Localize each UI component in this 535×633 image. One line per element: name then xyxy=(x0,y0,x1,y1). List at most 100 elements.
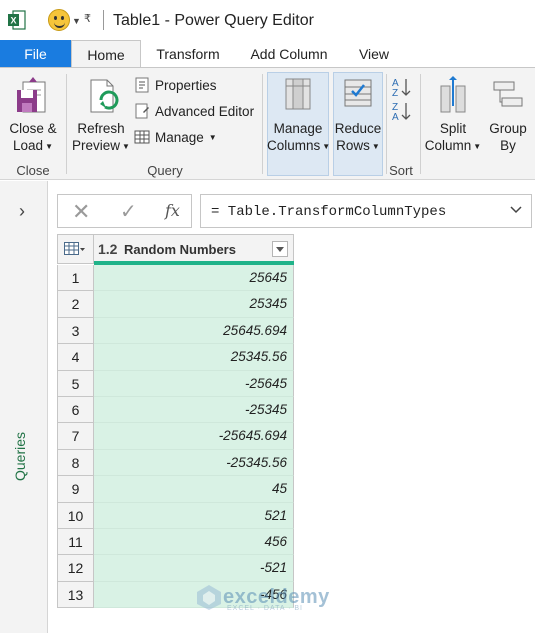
group-by-label-1: Group xyxy=(489,121,527,136)
table-row: 9 45 xyxy=(57,476,294,503)
title-separator xyxy=(103,10,104,30)
cancel-icon[interactable]: ✕ xyxy=(72,199,90,225)
tab-file[interactable]: File xyxy=(0,40,71,68)
reduce-rows-button[interactable]: Reduce Rows ▼ xyxy=(333,76,383,155)
expand-chevron-icon[interactable]: › xyxy=(19,201,25,222)
table-cell[interactable]: 25345 xyxy=(94,291,294,318)
table-cell[interactable]: 521 xyxy=(94,502,294,529)
ribbon: Close & Load ▼ Close Refresh Preview ▼ Pro… xyxy=(0,67,535,180)
row-number: 3 xyxy=(57,317,94,345)
function-icon[interactable]: fx xyxy=(165,201,180,220)
close-load-label-2: Load xyxy=(13,138,44,153)
table-row: 8 -25345.56 xyxy=(57,449,294,477)
manage-columns-label-2: Columns xyxy=(267,138,321,153)
watermark: exceldemy EXCEL · DATA · BI xyxy=(195,583,330,612)
group-by-button[interactable]: Group By xyxy=(484,76,532,154)
excel-logo-icon: X xyxy=(8,10,26,30)
close-load-icon xyxy=(17,77,46,113)
table-row: 5 -25645 xyxy=(57,370,294,397)
svg-text:Z: Z xyxy=(392,88,398,98)
table-row: 2 25345 xyxy=(57,291,294,318)
chevron-down-icon: ▼ xyxy=(473,141,482,151)
group-label-close: Close xyxy=(16,163,50,178)
row-number: 6 xyxy=(57,397,94,424)
row-number: 11 xyxy=(57,529,94,556)
table-icon xyxy=(64,242,85,255)
table-cell[interactable]: 25345.56 xyxy=(94,344,294,371)
split-column-button[interactable]: Split Column ▼ xyxy=(424,76,482,155)
group-by-icon xyxy=(493,81,523,107)
chevron-down-icon[interactable] xyxy=(510,204,522,216)
table-row: 10 521 xyxy=(57,502,294,529)
column-header-random-numbers[interactable]: 1.2 Random Numbers xyxy=(94,234,294,264)
filter-dropdown-icon[interactable] xyxy=(272,241,288,257)
table-cell[interactable]: 25645.694 xyxy=(94,317,294,345)
tab-add-column[interactable]: Add Column xyxy=(244,40,334,68)
properties-label: Properties xyxy=(155,77,217,93)
manage-columns-label-1: Manage xyxy=(273,121,323,136)
sort-descending-icon[interactable]: Z A xyxy=(390,100,414,122)
tab-transform[interactable]: Transform xyxy=(148,40,228,68)
table-cell[interactable]: -25645 xyxy=(94,370,294,397)
refresh-preview-label-2: Preview xyxy=(72,138,121,153)
manage-table-icon xyxy=(134,130,150,144)
queries-panel: › Queries xyxy=(0,181,48,633)
advanced-editor-icon xyxy=(135,103,149,119)
row-number: 5 xyxy=(57,370,94,397)
formula-text[interactable]: = Table.TransformColumnTypes xyxy=(211,204,446,220)
group-label-sort: Sort xyxy=(389,163,413,178)
table-menu-button[interactable] xyxy=(57,234,94,264)
manage-button[interactable]: Manage ▼ xyxy=(134,129,217,145)
row-number: 1 xyxy=(57,265,94,292)
ribbon-separator xyxy=(420,74,421,174)
manage-label: Manage xyxy=(155,129,204,145)
row-number: 7 xyxy=(57,423,94,450)
formula-controls: ✕ ✓ fx xyxy=(57,194,192,228)
table-cell[interactable]: 25645 xyxy=(94,265,294,292)
refresh-preview-label-1: Refresh xyxy=(77,121,125,136)
row-number: 8 xyxy=(57,449,94,477)
watermark-tagline: EXCEL · DATA · BI xyxy=(227,605,303,612)
ribbon-separator xyxy=(262,74,263,174)
queries-label[interactable]: Queries xyxy=(12,401,28,481)
row-number: 9 xyxy=(57,476,94,503)
chevron-down-icon: ▼ xyxy=(208,132,217,142)
sort-ascending-icon[interactable]: A Z xyxy=(390,76,414,98)
table-cell[interactable]: 45 xyxy=(94,476,294,503)
close-load-button[interactable]: Close & Load ▼ xyxy=(4,76,62,155)
split-column-label-1: Split xyxy=(439,121,467,136)
advanced-editor-label: Advanced Editor xyxy=(155,103,255,119)
manage-columns-button[interactable]: Manage Columns ▼ xyxy=(267,76,330,155)
data-type-icon[interactable]: 1.2 xyxy=(98,241,117,257)
refresh-preview-button[interactable]: Refresh Preview ▼ xyxy=(70,76,132,155)
table-row: 7 -25645.694 xyxy=(57,423,294,450)
check-icon[interactable]: ✓ xyxy=(120,199,137,224)
row-number: 13 xyxy=(57,581,94,609)
formula-bar[interactable]: = Table.TransformColumnTypes xyxy=(200,194,532,228)
ribbon-tabs: File Home Transform Add Column View xyxy=(0,40,535,68)
group-by-label-2: By xyxy=(500,138,516,153)
table-cell[interactable]: -25345 xyxy=(94,397,294,424)
row-number: 2 xyxy=(57,291,94,318)
refresh-icon xyxy=(90,79,119,113)
feedback-smiley-icon[interactable] xyxy=(48,9,70,31)
properties-button[interactable]: Properties xyxy=(134,77,217,93)
advanced-editor-button[interactable]: Advanced Editor xyxy=(134,103,254,119)
properties-icon xyxy=(135,77,149,93)
table-row: 1 25645 xyxy=(57,265,294,292)
chevron-down-icon: ▼ xyxy=(122,141,130,151)
table-cell[interactable]: -25645.694 xyxy=(94,423,294,450)
tab-view[interactable]: View xyxy=(350,40,398,68)
table-row: 11 456 xyxy=(57,529,294,556)
row-number: 4 xyxy=(57,344,94,371)
customize-toolbar-icon[interactable]: ₹ xyxy=(84,12,91,25)
table-row: 4 25345.56 xyxy=(57,344,294,371)
reduce-rows-label-1: Reduce xyxy=(334,121,382,136)
table-cell[interactable]: -25345.56 xyxy=(94,449,294,477)
tab-home[interactable]: Home xyxy=(71,40,141,68)
table-cell[interactable]: -521 xyxy=(94,555,294,582)
chevron-down-icon[interactable]: ▼ xyxy=(72,16,81,26)
title-bar: X ▼ ₹ Table1 - Power Query Editor xyxy=(0,0,535,40)
table-cell[interactable]: 456 xyxy=(94,529,294,556)
ribbon-separator xyxy=(386,74,387,174)
